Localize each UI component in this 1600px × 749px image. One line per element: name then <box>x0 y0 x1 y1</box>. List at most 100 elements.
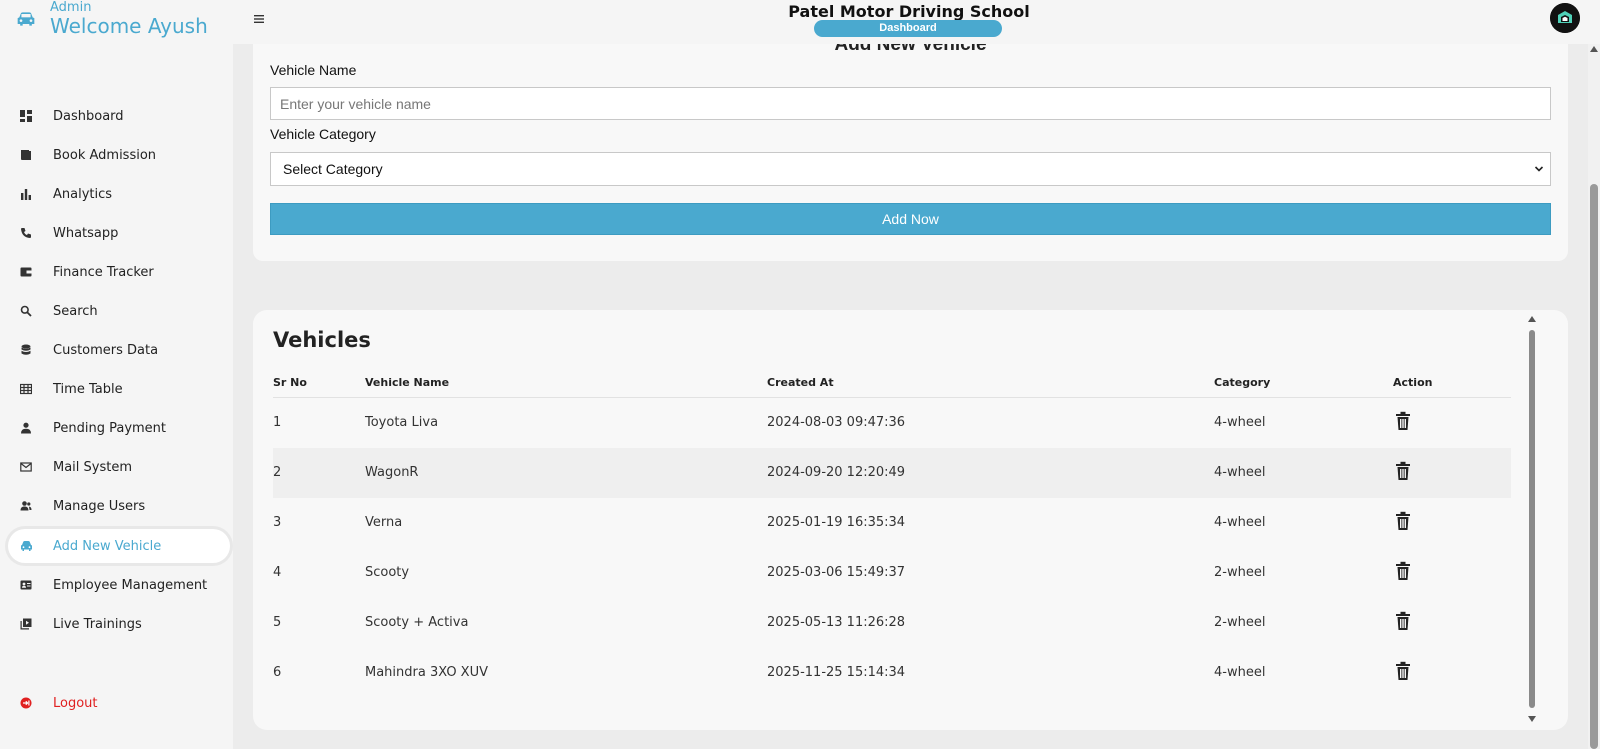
sidebar-item-label: Employee Management <box>53 577 208 593</box>
sidebar-item-label: Analytics <box>53 186 113 202</box>
sidebar-item-label: Manage Users <box>53 498 146 514</box>
cell-category: 4-wheel <box>1214 415 1266 430</box>
delete-trash-icon[interactable] <box>1395 611 1411 631</box>
sidebar-item-analytics[interactable]: Analytics <box>8 177 230 211</box>
cell-sr-no: 6 <box>273 665 282 680</box>
wallet-icon <box>19 265 33 279</box>
sidebar-item-time-table[interactable]: Time Table <box>8 372 230 406</box>
sidebar-item-dashboard[interactable]: Dashboard <box>8 99 230 133</box>
car-icon <box>19 539 33 553</box>
vehicle-category-selected: Select Category <box>283 161 383 177</box>
vehicles-title: Vehicles <box>273 328 371 352</box>
table-icon <box>19 382 33 396</box>
cell-vehicle-name: Mahindra 3XO XUV <box>365 665 488 680</box>
table-row: 4 Scooty 2025-03-06 15:49:37 2-wheel <box>273 548 1511 598</box>
sidebar-item-add-new-vehicle[interactable]: Add New Vehicle <box>8 529 230 563</box>
cell-category: 4-wheel <box>1214 665 1266 680</box>
sidebar-item-label: Whatsapp <box>53 225 119 241</box>
vehicle-name-input[interactable] <box>270 87 1551 120</box>
cell-sr-no: 1 <box>273 415 282 430</box>
column-header-created-at: Created At <box>767 376 834 389</box>
cell-sr-no: 3 <box>273 515 282 530</box>
person-icon <box>19 421 33 435</box>
sidebar-item-pending-payment[interactable]: Pending Payment <box>8 411 230 445</box>
table-row: 3 Verna 2025-01-19 16:35:34 4-wheel <box>273 498 1511 548</box>
logout-button[interactable]: Logout <box>8 686 230 720</box>
sidebar-item-label: Dashboard <box>53 108 124 124</box>
sidebar-item-manage-users[interactable]: Manage Users <box>8 489 230 523</box>
table-scrollbar[interactable] <box>1527 316 1537 722</box>
cell-vehicle-name: Scooty <box>365 565 410 580</box>
add-vehicle-form: Add New Vehicle Vehicle Name Vehicle Cat… <box>253 34 1568 261</box>
table-row: 5 Scooty + Activa 2025-05-13 11:26:28 2-… <box>273 598 1511 648</box>
logout-label: Logout <box>53 695 98 711</box>
vehicle-category-label: Vehicle Category <box>270 126 376 142</box>
top-header: Admin Welcome Ayush Patel Motor Driving … <box>0 0 1600 44</box>
sidebar-item-search[interactable]: Search <box>8 294 230 328</box>
cell-category: 4-wheel <box>1214 515 1266 530</box>
page-scrollbar[interactable] <box>1588 44 1600 749</box>
sidebar-item-live-trainings[interactable]: Live Trainings <box>8 607 230 641</box>
user-avatar-icon[interactable] <box>1550 3 1580 33</box>
delete-trash-icon[interactable] <box>1395 461 1411 481</box>
cell-created-at: 2025-03-06 15:49:37 <box>767 565 906 580</box>
bar-chart-icon <box>19 187 33 201</box>
sidebar-item-label: Customers Data <box>53 342 159 358</box>
sidebar-item-label: Pending Payment <box>53 420 167 436</box>
cell-vehicle-name: Toyota Liva <box>365 415 439 430</box>
book-icon <box>19 148 33 162</box>
sidebar-item-label: Time Table <box>53 381 123 397</box>
mail-icon <box>19 460 33 474</box>
cell-created-at: 2025-05-13 11:26:28 <box>767 615 906 630</box>
cell-vehicle-name: WagonR <box>365 465 419 480</box>
sidebar-item-label: Mail System <box>53 459 133 475</box>
vehicles-table-card: Vehicles Sr No Vehicle Name Created At C… <box>253 310 1568 730</box>
sidebar-item-employee-management[interactable]: Employee Management <box>8 568 230 602</box>
sidebar-item-label: Add New Vehicle <box>53 538 162 554</box>
vehicle-category-select[interactable]: Select Category <box>270 152 1551 186</box>
logout-icon <box>19 696 33 710</box>
vehicle-name-label: Vehicle Name <box>270 62 357 78</box>
sidebar-item-label: Book Admission <box>53 147 157 163</box>
cell-vehicle-name: Scooty + Activa <box>365 615 469 630</box>
table-row: 6 Mahindra 3XO XUV 2025-11-25 15:14:34 4… <box>273 648 1511 698</box>
dashboard-badge[interactable]: Dashboard <box>814 20 1002 37</box>
sidebar-item-mail-system[interactable]: Mail System <box>8 450 230 484</box>
cell-category: 2-wheel <box>1214 615 1266 630</box>
cell-sr-no: 5 <box>273 615 282 630</box>
cell-sr-no: 2 <box>273 465 282 480</box>
cell-created-at: 2025-11-25 15:14:34 <box>767 665 906 680</box>
cell-created-at: 2024-08-03 09:47:36 <box>767 415 906 430</box>
page-scroll-up-arrow-icon[interactable] <box>1590 46 1598 52</box>
sidebar-item-label: Live Trainings <box>53 616 142 632</box>
add-now-button[interactable]: Add Now <box>270 203 1551 235</box>
sidebar-item-label: Search <box>53 303 98 319</box>
scroll-down-arrow-icon[interactable] <box>1528 716 1536 722</box>
page-scrollbar-thumb[interactable] <box>1590 184 1598 749</box>
sidebar-item-label: Finance Tracker <box>53 264 154 280</box>
delete-trash-icon[interactable] <box>1395 661 1411 681</box>
sidebar-item-customers-data[interactable]: Customers Data <box>8 333 230 367</box>
delete-trash-icon[interactable] <box>1395 511 1411 531</box>
dashboard-icon <box>19 109 33 123</box>
database-icon <box>19 343 33 357</box>
sidebar-item-book-admission[interactable]: Book Admission <box>8 138 230 172</box>
sidebar-item-finance-tracker[interactable]: Finance Tracker <box>8 255 230 289</box>
delete-trash-icon[interactable] <box>1395 561 1411 581</box>
column-header-sr-no: Sr No <box>273 376 307 389</box>
scroll-up-arrow-icon[interactable] <box>1528 316 1536 322</box>
video-library-icon <box>19 617 33 631</box>
cell-created-at: 2025-01-19 16:35:34 <box>767 515 906 530</box>
column-header-category: Category <box>1214 376 1271 389</box>
sidebar-item-whatsapp[interactable]: Whatsapp <box>8 216 230 250</box>
chevron-down-icon <box>1534 166 1544 172</box>
cell-sr-no: 4 <box>273 565 282 580</box>
table-row: 1 Toyota Liva 2024-08-03 09:47:36 4-whee… <box>273 398 1511 448</box>
delete-trash-icon[interactable] <box>1395 411 1411 431</box>
cell-category: 2-wheel <box>1214 565 1266 580</box>
phone-icon <box>19 226 33 240</box>
column-header-action: Action <box>1393 376 1433 389</box>
table-scrollbar-thumb[interactable] <box>1529 330 1535 708</box>
table-row: 2 WagonR 2024-09-20 12:20:49 4-wheel <box>273 448 1511 498</box>
school-name: Patel Motor Driving School <box>788 2 1030 21</box>
